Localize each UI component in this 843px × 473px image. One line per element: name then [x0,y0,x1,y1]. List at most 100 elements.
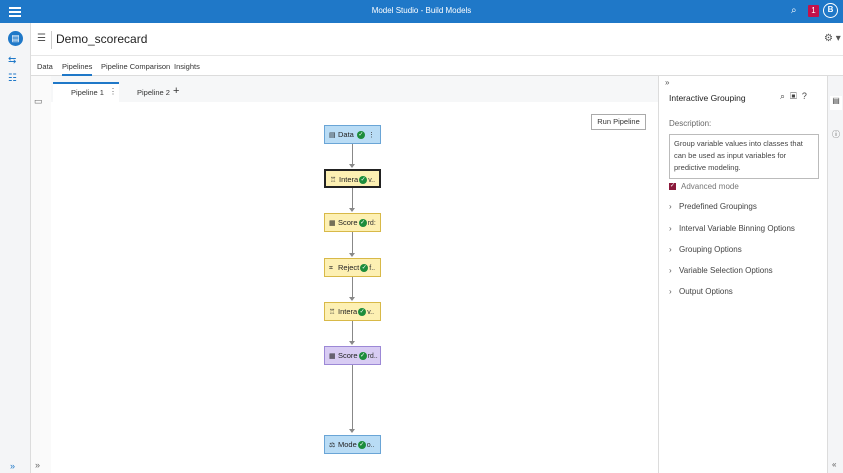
section-label: Interval Variable Binning Options [679,224,795,233]
chevron-right-icon: › [669,224,672,233]
pipeline-tabs: Pipeline 1 ⋮ Pipeline 2 + [51,76,658,102]
section-label: Predefined Groupings [679,202,757,211]
node-label: Score [338,218,358,227]
edge-line [352,144,353,166]
gear-icon[interactable]: ⚙ ▾ [824,33,841,44]
dataset-icon: ▤ [329,132,336,139]
settings-list-icon[interactable]: ☷ [8,73,23,88]
scorecard-icon: ▦ [329,353,336,360]
status-check-icon: ✓ [357,441,366,450]
pipeline-node-reject-inference[interactable]: ⌗ Reject ✓ f.. [324,258,381,277]
pipeline-tab-2[interactable]: Pipeline 2 [137,88,170,97]
node-label-suffix: v.. [368,177,376,184]
status-check-icon: ✓ [356,131,365,140]
pipeline-node-interactive-grouping[interactable]: ♖ Intera ✓ v.. [324,169,381,188]
status-check-icon: ✓ [358,352,367,361]
build-models-icon[interactable]: ▤ [8,31,23,46]
help-icon[interactable]: ? [802,91,812,101]
pipeline-flow-icon[interactable]: ⇆ [8,55,23,70]
edge-line [352,232,353,255]
chevron-right-icon: › [669,245,672,254]
node-label-suffix: v.. [367,309,375,316]
node-label-suffix: o.. [366,442,375,449]
description-field[interactable]: Group variable values into classes that … [669,134,819,179]
node-properties-panel: » Interactive Grouping ⌕▣? Description: … [658,76,827,473]
status-check-icon: ✓ [358,308,367,317]
tab-pipelines[interactable]: Pipelines [62,62,93,76]
add-pipeline-icon[interactable]: + [173,85,179,97]
top-app-bar: Model Studio - Build Models ⌕ 1 B [0,0,843,23]
pipeline-node-interactive-grouping-2[interactable]: ♖ Intera ✓ v.. [324,302,381,321]
edge-line [352,321,353,343]
description-label: Description: [669,119,712,128]
project-list-icon[interactable]: ☰ [37,33,46,44]
pipeline-node-model-comparison[interactable]: ⚖ Mode ✓ o.. [324,435,381,454]
scorecard-icon: ▦ [329,220,336,227]
reset-icon[interactable]: ▣ [790,91,802,101]
advanced-mode-toggle[interactable]: ✓ Advanced mode [669,182,739,191]
tab-data[interactable]: Data [37,62,53,71]
properties-tab-icon[interactable]: ▤ [830,96,842,110]
section-predefined-groupings[interactable]: › Predefined Groupings [669,202,757,211]
pipeline-tab-menu-icon[interactable]: ⋮ [109,87,117,96]
edge-arrow [349,341,355,345]
panel-actions: ⌕▣? [780,91,812,102]
pipeline-node-scorecard-2[interactable]: ▦ Score ✓ rd.. [324,346,381,365]
chevron-right-icon: › [669,202,672,211]
pipeline-node-data[interactable]: ▤ Data ✓ ⋮ [324,125,381,144]
model-comparison-icon: ⚖ [329,442,336,449]
checkbox-checked-icon[interactable]: ✓ [669,183,676,191]
expand-toolstrip-icon[interactable]: » [35,460,40,470]
run-pipeline-button[interactable]: Run Pipeline [591,114,646,130]
collapse-panel-icon[interactable]: » [665,78,669,87]
grouping-icon: ♖ [330,177,337,184]
pipeline-tab-1[interactable]: Pipeline 1 [71,88,104,97]
search-icon[interactable]: ⌕ [780,91,790,101]
right-rail: ▤ ⓘ « [827,76,843,473]
pipeline-node-scorecard[interactable]: ▦ Score ✓ rd: [324,213,381,232]
status-check-icon: ✓ [360,264,369,273]
edge-arrow [349,164,355,168]
section-grouping-options[interactable]: › Grouping Options [669,245,742,254]
edge-line [352,188,353,210]
nodes-panel-icon[interactable]: ▭ [34,96,43,107]
tab-insights[interactable]: Insights [174,62,200,71]
node-menu-icon[interactable]: ⋮ [366,132,375,139]
edge-arrow [349,297,355,301]
node-label: Intera [338,307,358,316]
user-avatar[interactable]: B [823,3,838,18]
info-icon[interactable]: ⓘ [832,129,840,140]
expand-right-icon[interactable]: « [832,460,836,469]
node-label-suffix: rd: [367,220,376,227]
status-check-icon: ✓ [359,176,368,185]
edge-arrow [349,429,355,433]
section-label: Grouping Options [679,245,742,254]
left-nav-rail: ▤ ⇆ ☷ » [0,23,31,473]
expand-nav-icon[interactable]: » [10,461,15,471]
status-check-icon: ✓ [358,219,367,228]
pipeline-canvas[interactable]: Run Pipeline ▤ Data ✓ ⋮ ♖ Intera ✓ v.. ▦ Scor… [51,102,658,473]
pipeline-area: Pipeline 1 ⋮ Pipeline 2 + Run Pipeline ▤… [51,76,658,473]
node-label: Data [338,130,354,139]
node-label: Score [338,351,358,360]
section-variable-selection[interactable]: › Variable Selection Options [669,266,773,275]
tab-pipeline-comparison[interactable]: Pipeline Comparison [101,62,170,71]
edge-arrow [349,208,355,212]
reject-inference-icon: ⌗ [329,265,333,272]
node-label: Intera [339,175,359,184]
panel-title: Interactive Grouping [669,93,746,103]
grouping-icon: ♖ [329,309,336,316]
search-icon[interactable]: ⌕ [791,5,797,16]
section-label: Output Options [679,287,733,296]
edge-arrow [349,253,355,257]
project-header: ☰ Demo_scorecard ⚙ ▾ [31,23,843,56]
project-title: Demo_scorecard [56,32,148,46]
app-title: Model Studio - Build Models [371,6,472,15]
node-label: Reject [338,263,360,272]
node-label-suffix: f.. [369,265,376,272]
main-tabs: Data Pipelines Pipeline Comparison Insig… [31,56,843,76]
section-interval-binning[interactable]: › Interval Variable Binning Options [669,224,795,233]
section-output-options[interactable]: › Output Options [669,287,733,296]
notification-badge[interactable]: 1 [808,5,819,17]
header-divider [51,31,52,49]
